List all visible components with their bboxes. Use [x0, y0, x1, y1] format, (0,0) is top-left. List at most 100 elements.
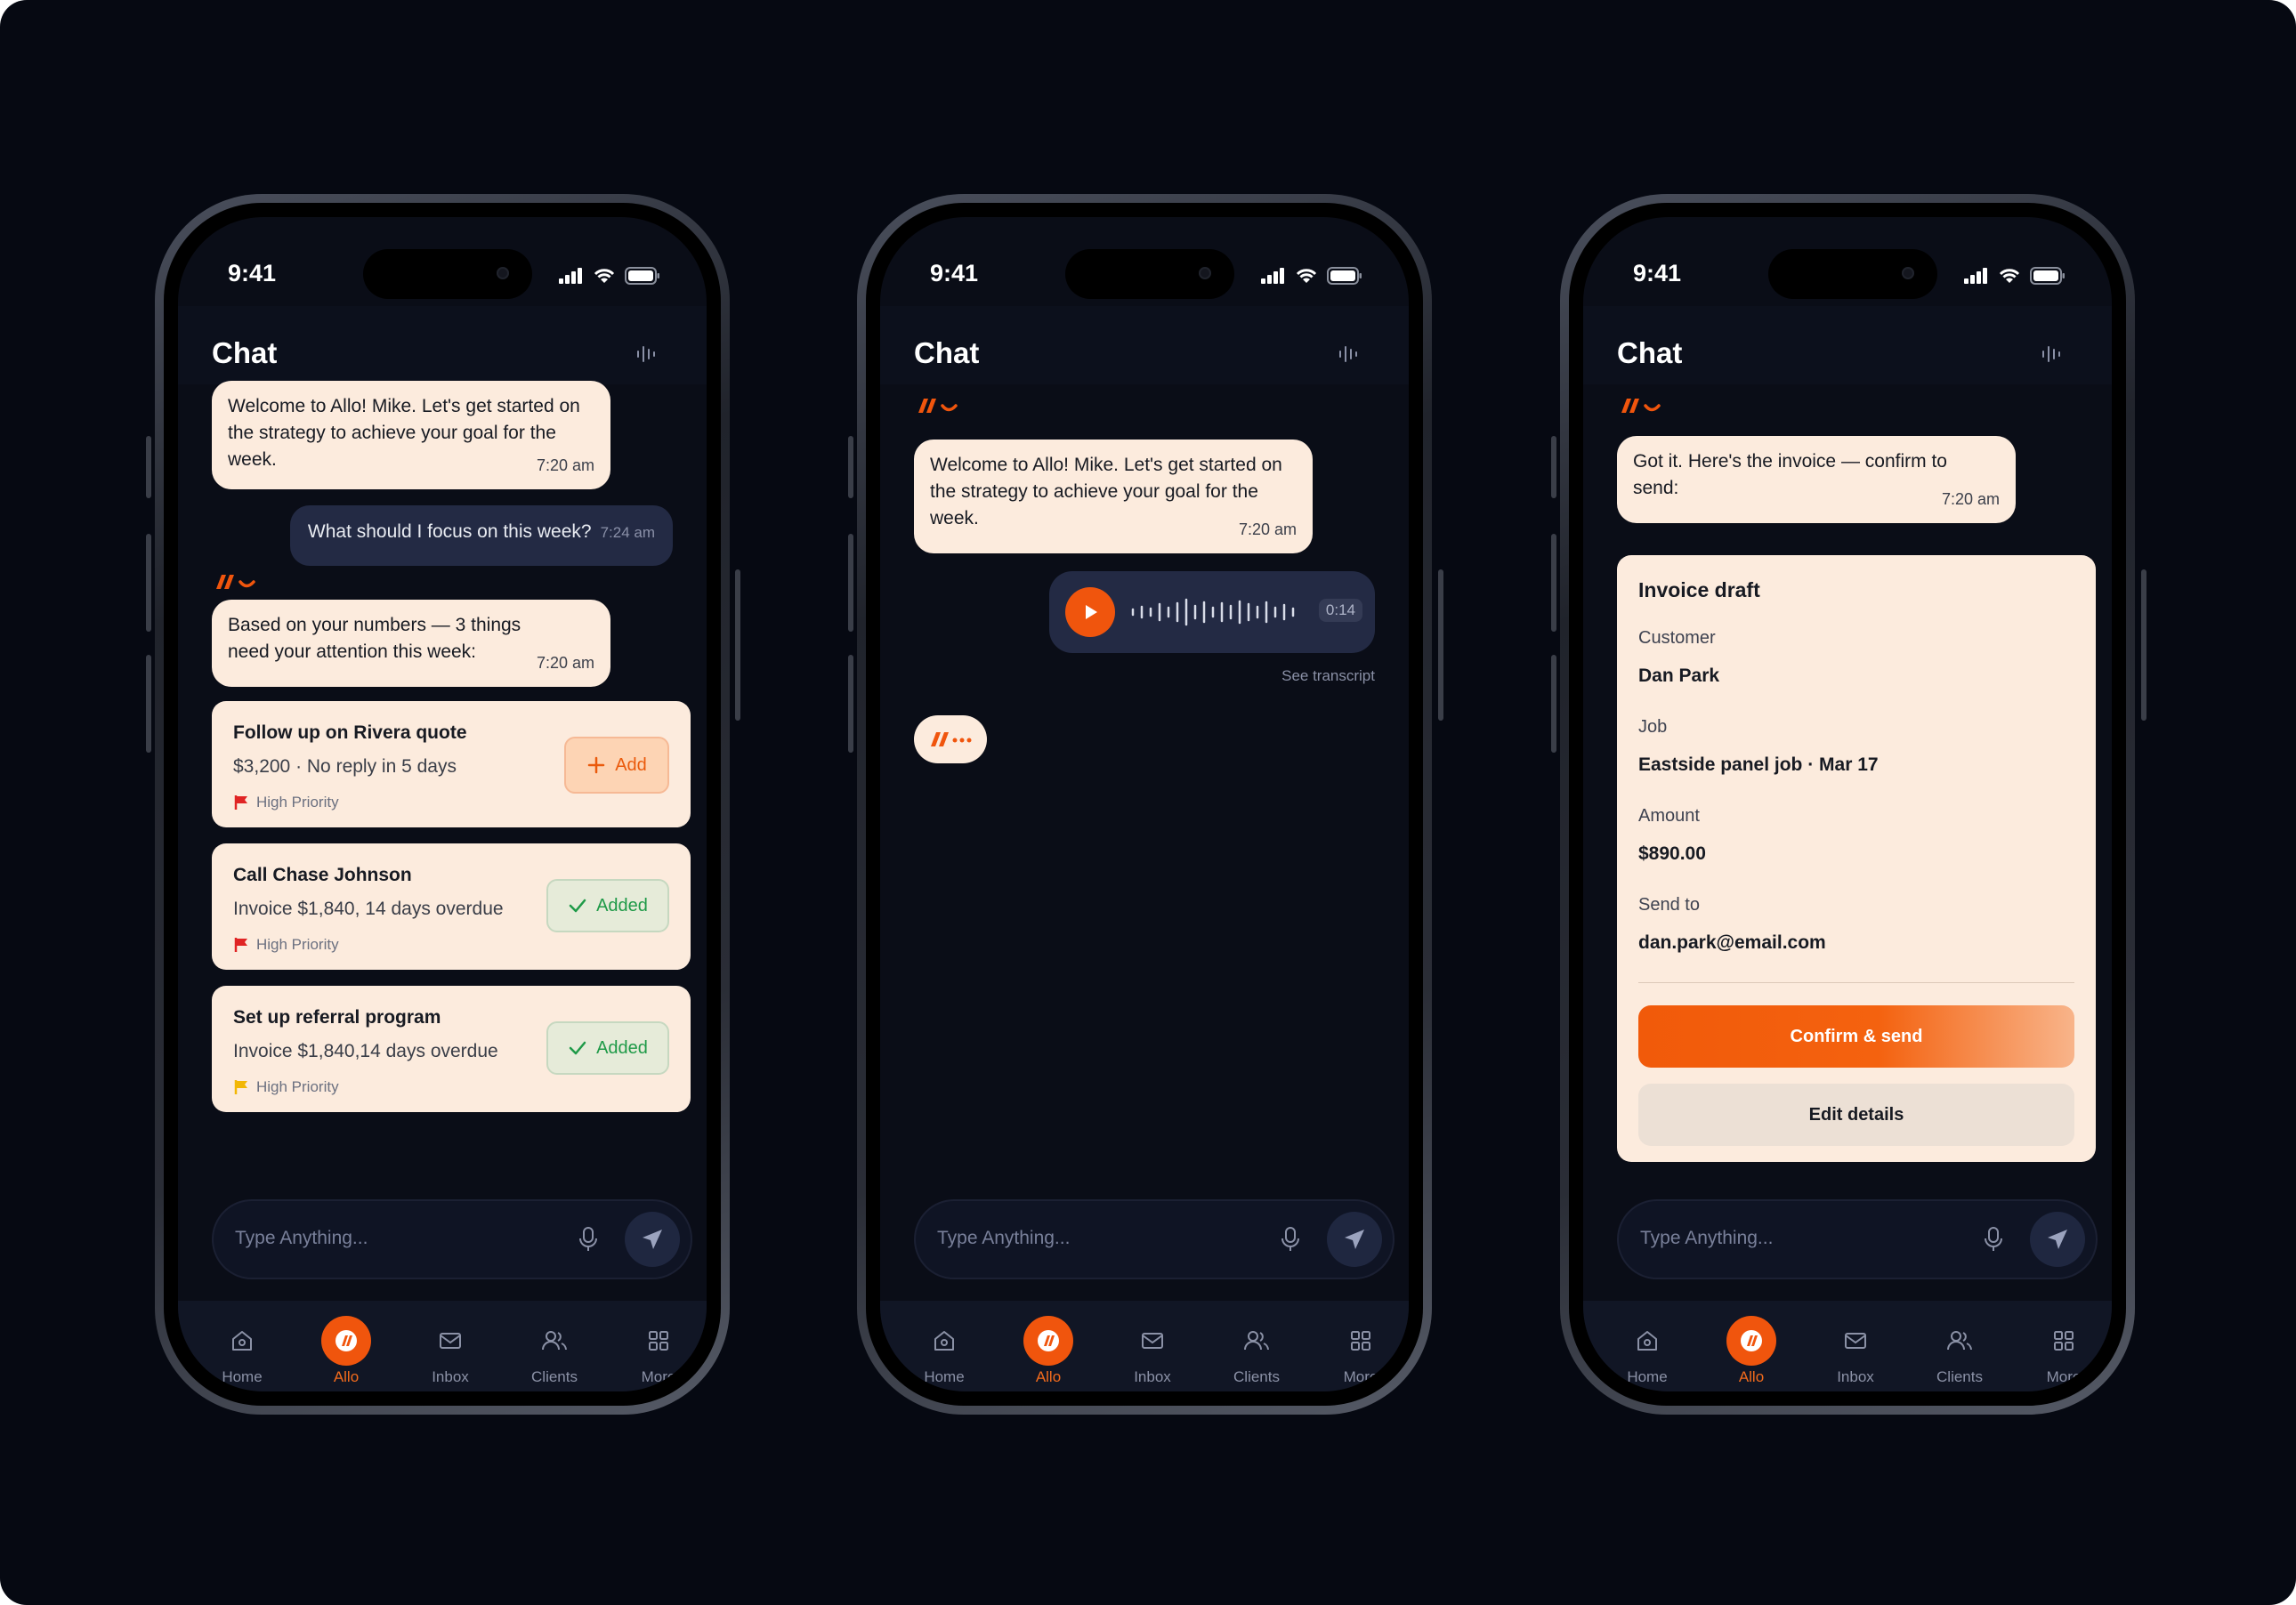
added-task-button[interactable]: Added	[546, 1021, 669, 1075]
phone-side-button	[146, 436, 151, 498]
camera-icon	[497, 267, 509, 279]
tab-inbox[interactable]: Inbox	[406, 1319, 495, 1386]
tab-inbox[interactable]: Inbox	[1811, 1319, 1900, 1386]
tab-label: Home	[222, 1368, 263, 1385]
see-transcript-link[interactable]: See transcript	[1281, 667, 1375, 685]
add-task-button[interactable]: Add	[564, 737, 669, 794]
tab-label: Inbox	[432, 1368, 469, 1385]
tab-label: More	[641, 1368, 676, 1385]
voice-mode-icon[interactable]	[1338, 343, 1359, 369]
user-message: What should I focus on this week? 7:24 am	[289, 505, 673, 566]
battery-icon	[2030, 267, 2065, 285]
phone-frame-2: 9:41 Chat Welcome to Allo! Mike. Let's g…	[857, 194, 1432, 1415]
page-title: Chat	[914, 336, 980, 369]
amount-value: $890.00	[1638, 843, 1706, 864]
tab-home[interactable]: Home	[198, 1319, 287, 1386]
task-title: Call Chase Johnson	[233, 865, 412, 885]
status-bar: 9:41	[1583, 217, 2112, 302]
send-button[interactable]	[625, 1212, 680, 1267]
edit-details-button[interactable]: Edit details	[1638, 1084, 2074, 1146]
customer-label: Customer	[1638, 628, 1716, 648]
allo-bot-icon	[914, 395, 958, 421]
status-icons	[559, 267, 660, 285]
message-input[interactable]: Type Anything...	[937, 1228, 1070, 1249]
chat-screen-voice: 9:41 Chat Welcome to Allo! Mike. Let's g…	[880, 217, 1409, 1391]
voice-mode-icon[interactable]	[635, 343, 657, 369]
allo-logo-icon	[1741, 1330, 1762, 1351]
send-icon	[643, 1230, 662, 1249]
allo-logo-icon	[336, 1330, 357, 1351]
home-icon	[1637, 1331, 1657, 1351]
status-time: 9:41	[228, 260, 277, 286]
signal-icon	[1964, 268, 1987, 284]
add-label: Add	[615, 754, 647, 775]
page-title: Chat	[212, 336, 278, 369]
signal-icon	[559, 268, 582, 284]
send-icon	[1345, 1230, 1364, 1249]
added-label: Added	[596, 1037, 648, 1058]
grid-icon	[2054, 1331, 2074, 1351]
dynamic-island	[1768, 249, 1937, 299]
task-priority: High Priority	[233, 936, 339, 954]
message-time: 7:20 am	[536, 456, 594, 474]
battery-icon	[625, 267, 659, 285]
message-input-bar[interactable]: Type Anything...	[1617, 1199, 2098, 1279]
phone-side-button	[848, 655, 853, 753]
message-input[interactable]: Type Anything...	[1640, 1228, 1773, 1249]
phone-side-button	[2141, 569, 2146, 721]
job-label: Job	[1638, 717, 1668, 737]
tab-allo[interactable]: Allo	[1004, 1316, 1093, 1386]
tab-home[interactable]: Home	[900, 1319, 989, 1386]
customer-value: Dan Park	[1638, 665, 1720, 686]
tab-allo[interactable]: Allo	[302, 1316, 391, 1386]
task-card: Call Chase Johnson Invoice $1,840, 14 da…	[212, 843, 691, 970]
phone-side-button	[146, 534, 151, 632]
job-value: Eastside panel job · Mar 17	[1638, 754, 1879, 775]
status-time: 9:41	[930, 260, 979, 286]
phone-side-button	[735, 569, 740, 721]
grid-icon	[1351, 1331, 1370, 1351]
grid-icon	[649, 1331, 668, 1351]
divider	[1638, 982, 2074, 983]
phone-side-button	[1551, 534, 1556, 632]
play-button[interactable]	[1065, 587, 1115, 637]
phone-side-button	[848, 436, 853, 498]
voice-mode-icon[interactable]	[2041, 343, 2062, 369]
microphone-icon[interactable]	[1281, 1226, 1300, 1257]
tab-more[interactable]: More	[2019, 1319, 2108, 1386]
tab-more[interactable]: More	[1316, 1319, 1405, 1386]
phone-bezel: 9:41 Chat Welcome to Allo! Mike. Let's g…	[164, 203, 721, 1406]
tab-label: Home	[924, 1368, 965, 1385]
phone-bezel: 9:41 Chat Welcome to Allo! Mike. Let's g…	[866, 203, 1423, 1406]
tab-clients[interactable]: Clients	[510, 1319, 599, 1386]
tab-clients[interactable]: Clients	[1915, 1319, 2004, 1386]
message-input-bar[interactable]: Type Anything...	[914, 1199, 1395, 1279]
message-input[interactable]: Type Anything...	[235, 1228, 368, 1249]
chat-screen-tasks: 9:41 Chat Welcome to Allo! Mike. Let's g…	[178, 217, 707, 1391]
send-button[interactable]	[1327, 1212, 1382, 1267]
tab-label: Inbox	[1134, 1368, 1171, 1385]
bottom-tab-bar: Home Allo Inbox Clients More	[178, 1301, 707, 1391]
tab-home[interactable]: Home	[1603, 1319, 1692, 1386]
task-priority: High Priority	[233, 1078, 339, 1096]
added-task-button[interactable]: Added	[546, 879, 669, 932]
message-input-bar[interactable]: Type Anything...	[212, 1199, 692, 1279]
message-text: Got it. Here's the invoice — confirm to …	[1633, 451, 1947, 498]
tab-clients[interactable]: Clients	[1212, 1319, 1301, 1386]
task-subtitle: $3,200 · No reply in 5 days	[233, 756, 457, 777]
tab-more[interactable]: More	[614, 1319, 703, 1386]
mail-icon	[440, 1333, 461, 1349]
microphone-icon[interactable]	[578, 1226, 598, 1257]
chat-screen-invoice: 9:41 Chat Got it. Here's the invoice — c…	[1583, 217, 2112, 1391]
send-button[interactable]	[2030, 1212, 2085, 1267]
send-to-label: Send to	[1638, 895, 1700, 915]
microphone-icon[interactable]	[1984, 1226, 2003, 1257]
tab-label: Allo	[1035, 1368, 1062, 1385]
voice-duration: 0:14	[1318, 599, 1362, 622]
allo-bot-icon	[212, 571, 256, 597]
confirm-send-button[interactable]: Confirm & send	[1638, 1005, 2074, 1068]
bottom-tab-bar: Home Allo Inbox Clients More	[1583, 1301, 2112, 1391]
tab-allo[interactable]: Allo	[1707, 1316, 1796, 1386]
tab-label: Clients	[1233, 1368, 1280, 1385]
tab-inbox[interactable]: Inbox	[1108, 1319, 1197, 1386]
